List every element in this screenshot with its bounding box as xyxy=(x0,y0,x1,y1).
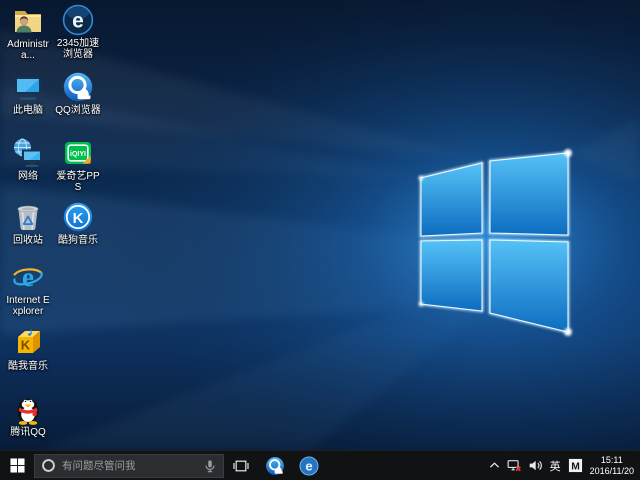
start-button[interactable] xyxy=(0,451,34,480)
svg-text:K: K xyxy=(21,338,31,353)
desktop-icon-label: 此电脑 xyxy=(4,105,52,116)
task-view-icon xyxy=(233,458,249,474)
kuwo-music-icon: K xyxy=(12,327,44,359)
recycle-bin-icon xyxy=(12,201,44,233)
taskbar-2345-browser-button[interactable]: e xyxy=(292,451,326,480)
network-icon xyxy=(12,137,44,169)
desktop-icon-label: Administra... xyxy=(4,39,52,61)
task-view-button[interactable] xyxy=(224,451,258,480)
desktop-icon-label: QQ浏览器 xyxy=(54,105,102,116)
network-disconnected-icon xyxy=(507,458,522,473)
svg-text:e: e xyxy=(22,262,34,292)
search-placeholder: 有问题尽管问我 xyxy=(62,458,203,473)
taskbar: 有问题尽管问我 e xyxy=(0,450,640,480)
windows-logo-icon xyxy=(10,458,25,473)
clock-date: 2016/11/20 xyxy=(590,466,634,477)
desktop-icon-label: 网络 xyxy=(4,171,52,182)
cortana-icon xyxy=(41,458,56,473)
tray-volume-button[interactable] xyxy=(525,451,546,480)
tray-network-button[interactable] xyxy=(504,451,525,480)
desktop-icon-label: 2345加速浏览器 xyxy=(54,38,102,60)
desktop-icon-kugou-music[interactable]: K 酷狗音乐 xyxy=(54,201,102,246)
desktop-icon-label: 回收站 xyxy=(4,235,52,246)
qq-browser-taskbar-icon xyxy=(265,456,285,476)
ime-mode-button[interactable]: M xyxy=(565,451,586,480)
speaker-icon xyxy=(528,458,543,473)
cortana-search-box[interactable]: 有问题尽管问我 xyxy=(34,454,224,478)
desktop-icon-label: 酷狗音乐 xyxy=(54,235,102,246)
svg-text:iQIYI: iQIYI xyxy=(70,151,86,158)
desktop-surface[interactable]: Administra... 此电脑 网络 xyxy=(0,0,640,450)
desktop-icon-2345-browser[interactable]: e 2345加速浏览器 xyxy=(54,4,102,60)
iqiyi-pps-icon: iQIYI xyxy=(62,137,94,169)
kugou-music-icon: K xyxy=(62,201,94,233)
desktop-icon-recycle-bin[interactable]: 回收站 xyxy=(4,201,52,246)
microphone-icon[interactable] xyxy=(203,459,217,473)
taskbar-clock[interactable]: 15:11 2016/11/20 xyxy=(586,455,640,476)
svg-text:e: e xyxy=(305,458,312,473)
tray-expand-button[interactable] xyxy=(485,451,504,480)
qq-browser-icon xyxy=(62,71,94,103)
clock-time: 15:11 xyxy=(590,455,634,466)
2345-browser-taskbar-icon: e xyxy=(299,456,319,476)
user-folder-icon xyxy=(12,5,44,37)
desktop-icon-iqiyi-pps[interactable]: iQIYI 爱奇艺PPS xyxy=(54,137,102,193)
svg-text:K: K xyxy=(73,210,84,227)
desktop-icon-label: 酷我音乐 xyxy=(4,361,52,372)
tencent-qq-icon xyxy=(12,393,44,425)
desktop-icon-administrator[interactable]: Administra... xyxy=(4,5,52,61)
internet-explorer-icon: e xyxy=(12,261,44,293)
svg-text:e: e xyxy=(72,10,84,33)
desktop-icon-network[interactable]: 网络 xyxy=(4,137,52,182)
desktop-icon-tencent-qq[interactable]: 腾讯QQ xyxy=(4,393,52,438)
2345-browser-icon: e xyxy=(62,4,94,36)
this-pc-icon xyxy=(12,71,44,103)
chevron-up-icon xyxy=(488,459,501,472)
desktop-icon-internet-explorer[interactable]: e Internet Explorer xyxy=(4,261,52,317)
desktop-icon-label: Internet Explorer xyxy=(4,295,52,317)
desktop-icon-label: 爱奇艺PPS xyxy=(54,171,102,193)
desktop-icon-label: 腾讯QQ xyxy=(4,427,52,438)
svg-text:M: M xyxy=(571,461,580,472)
desktop-icon-qq-browser[interactable]: QQ浏览器 xyxy=(54,71,102,116)
ime-mode-icon: M xyxy=(568,458,583,473)
windows-desktop-screen: Administra... 此电脑 网络 xyxy=(0,0,640,480)
taskbar-qq-browser-button[interactable] xyxy=(258,451,292,480)
ime-language-indicator[interactable]: 英 xyxy=(546,451,565,480)
desktop-icon-kuwo-music[interactable]: K 酷我音乐 xyxy=(4,327,52,372)
system-tray: 英 M 15:11 2016/11/20 xyxy=(485,451,640,480)
desktop-icon-this-pc[interactable]: 此电脑 xyxy=(4,71,52,116)
